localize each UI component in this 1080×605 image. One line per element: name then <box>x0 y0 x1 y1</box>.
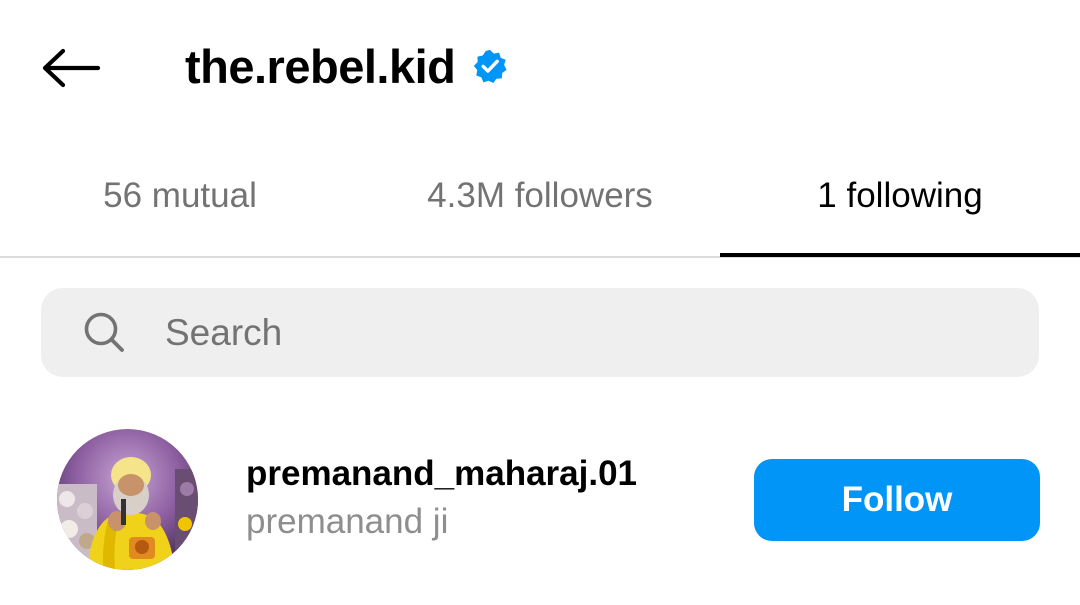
search-icon <box>84 312 124 352</box>
tab-label: 4.3M followers <box>427 176 653 215</box>
tab-label: 1 following <box>817 176 983 215</box>
list-item[interactable]: premanand_maharaj.01 premanand ji Follow <box>0 418 1080 578</box>
search-bar[interactable] <box>41 288 1039 377</box>
verified-badge-icon <box>473 49 507 83</box>
avatar[interactable] <box>57 429 198 570</box>
list-item-username: premanand_maharaj.01 <box>246 454 638 493</box>
tab-followers[interactable]: 4.3M followers <box>360 152 720 256</box>
profile-username: the.rebel.kid <box>185 39 456 93</box>
search-input[interactable] <box>165 288 1025 377</box>
tab-bar: 56 mutual 4.3M followers 1 following <box>0 152 1080 258</box>
tab-label: 56 mutual <box>103 176 257 215</box>
back-button[interactable] <box>38 40 104 96</box>
list-item-full-name: premanand ji <box>246 502 449 541</box>
top-bar: the.rebel.kid <box>0 0 1080 130</box>
active-tab-indicator <box>720 253 1080 257</box>
tab-mutual[interactable]: 56 mutual <box>0 152 360 256</box>
follow-button[interactable]: Follow <box>754 459 1040 541</box>
tab-following[interactable]: 1 following <box>720 152 1080 256</box>
profile-title: the.rebel.kid <box>185 36 507 96</box>
arrow-left-icon <box>42 48 101 88</box>
